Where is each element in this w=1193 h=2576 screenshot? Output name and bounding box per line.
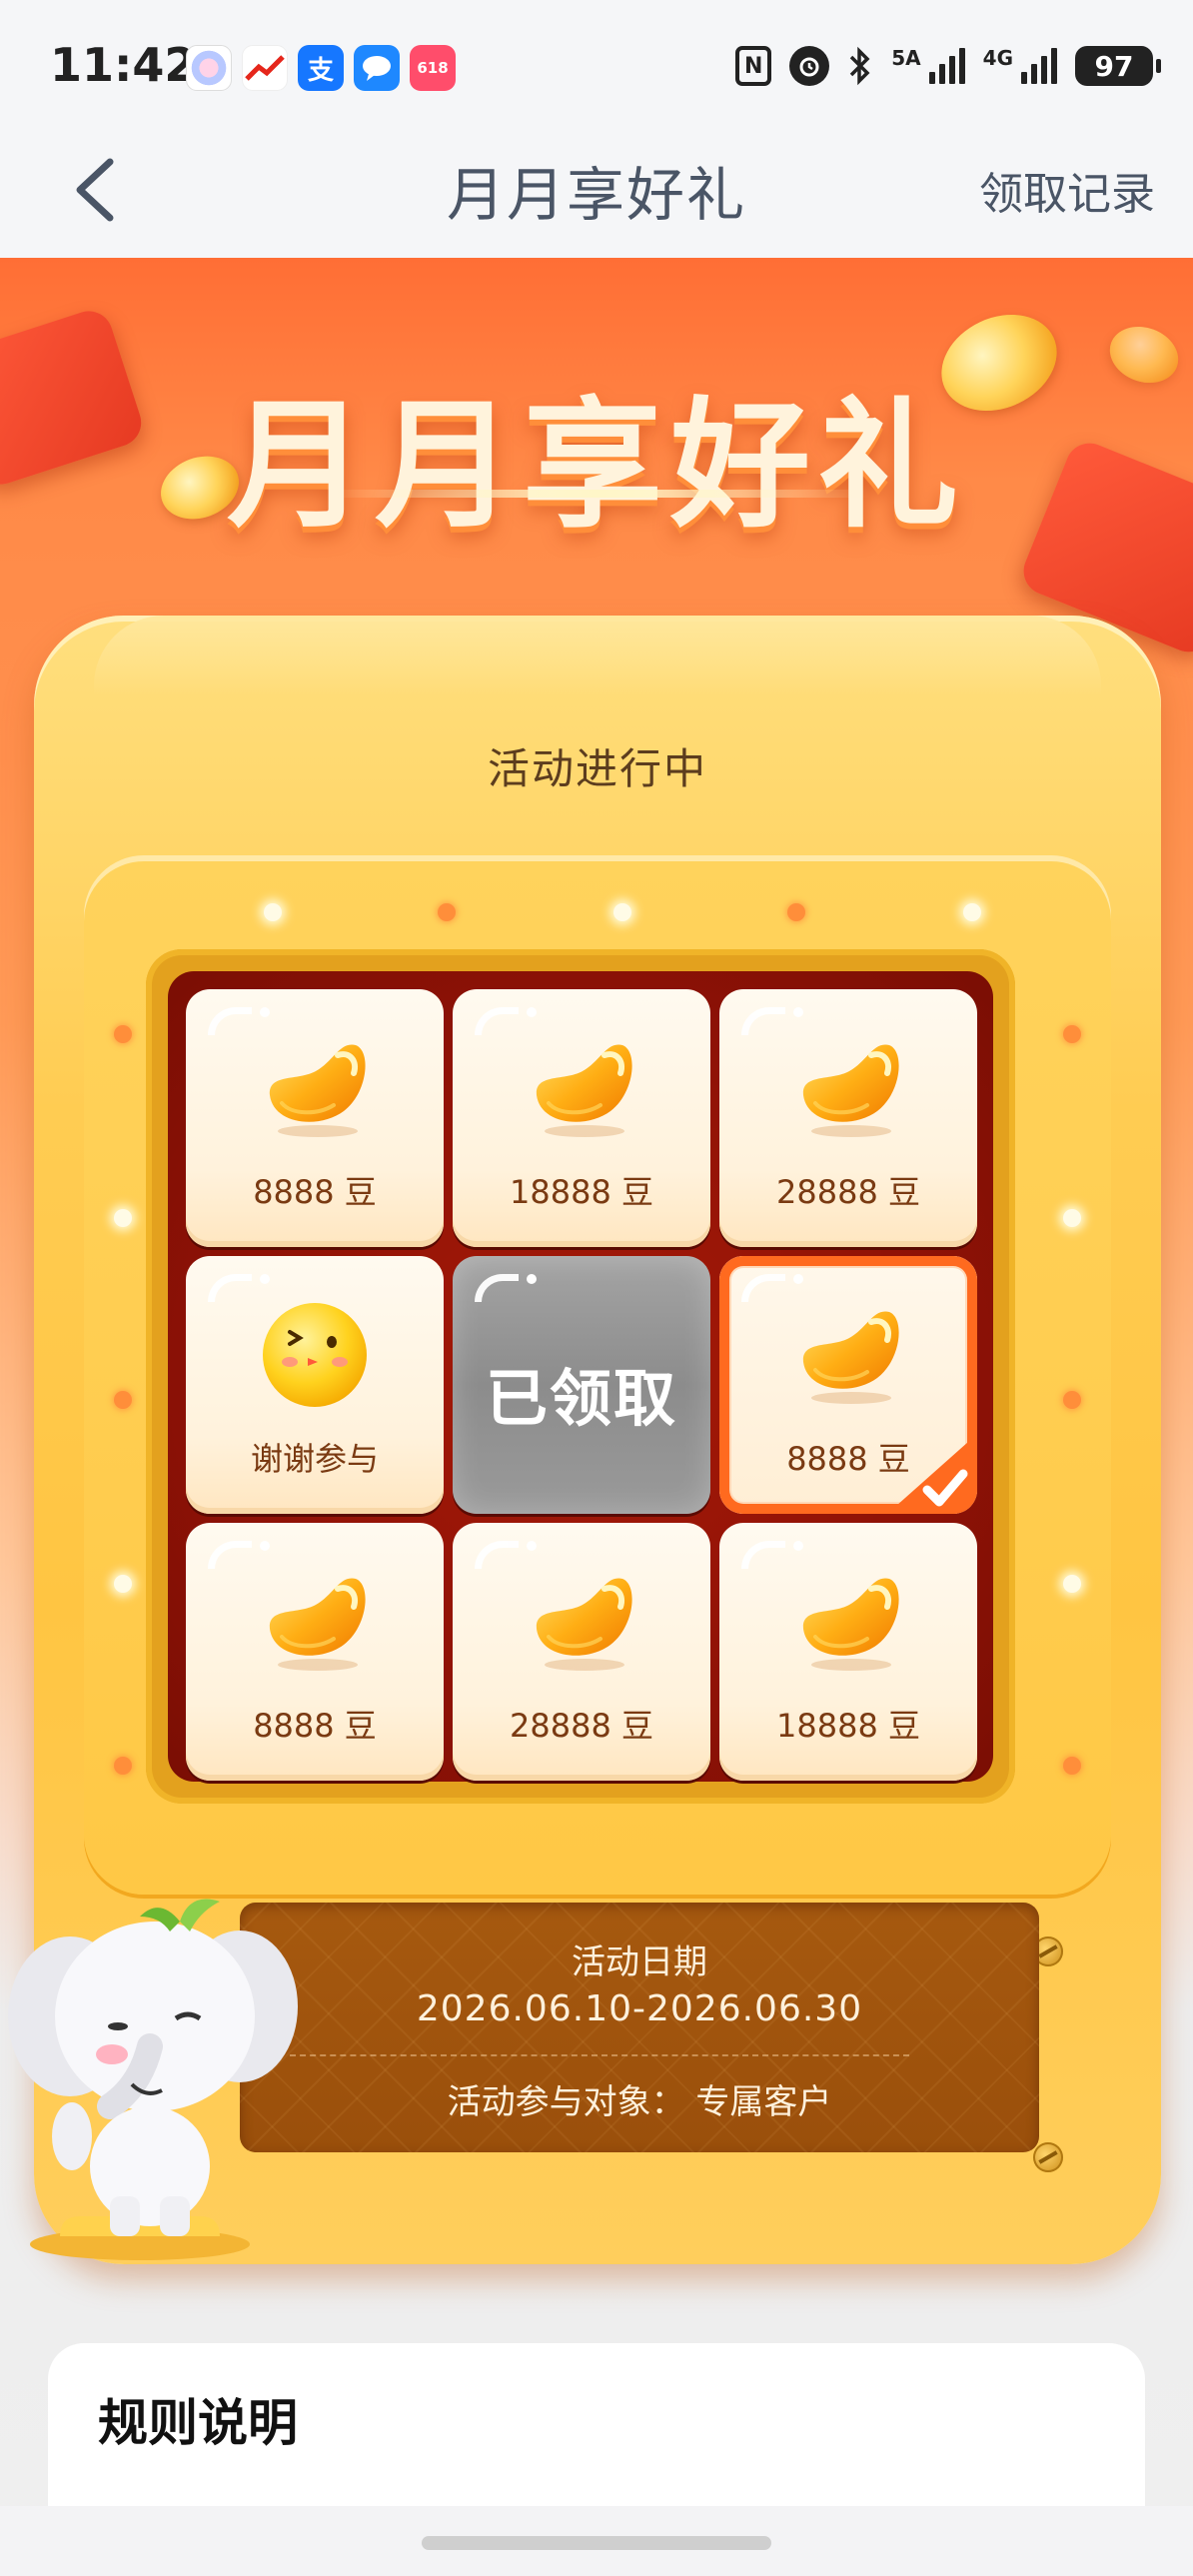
activity-audience: 活动参与对象： 专属客户 (447, 2082, 832, 2122)
golden-bean-icon (269, 1044, 366, 1137)
prize-cell[interactable]: 8888 豆 (719, 1256, 977, 1514)
home-indicator[interactable] (422, 2536, 771, 2550)
activity-status: 活动进行中 (487, 744, 707, 793)
cell-shine (475, 1541, 519, 1569)
shopping-app-icon: 618 (410, 45, 456, 91)
activity-hero: 月月享好礼 活动进行中 8888 豆 18888 豆 28888 豆 谢谢参与 … (0, 258, 1193, 2506)
hero-title: 月月享好礼 (226, 385, 966, 548)
smiley-icon (263, 1303, 367, 1407)
cell-shine-dot (260, 1007, 270, 1017)
cell-shine (208, 1541, 252, 1569)
prize-label: 谢谢参与 (250, 1440, 379, 1478)
cell-shine-dot (527, 1541, 537, 1551)
cell-shine-dot (527, 1007, 537, 1017)
stock-app-icon (242, 45, 288, 91)
machine-top-highlight (94, 616, 1101, 695)
cell-shine (741, 1541, 785, 1569)
cell-shine-dot (260, 1274, 270, 1284)
prize-cell[interactable]: 28888 豆 (453, 1523, 710, 1781)
cell-shine-dot (260, 1541, 270, 1551)
light-bulb (438, 903, 456, 921)
prize-grid: 8888 豆 18888 豆 28888 豆 谢谢参与 已领取 8888 豆 8… (168, 971, 993, 1782)
light-bulb (114, 1575, 132, 1593)
cell-shine-dot (527, 1274, 537, 1284)
light-bulb (1063, 1209, 1081, 1227)
shopping-app-badge: 618 (417, 59, 449, 77)
nfc-icon: N (735, 46, 772, 86)
prize-label: 28888 豆 (510, 1707, 653, 1745)
signal-label-4g: 4G (982, 46, 1013, 70)
light-bulb (613, 903, 631, 921)
light-bulb (1063, 1391, 1081, 1409)
light-bulb (1063, 1575, 1081, 1593)
prize-cell[interactable]: 18888 豆 (453, 989, 710, 1247)
cell-shine (741, 1274, 785, 1302)
light-bulb (114, 1391, 132, 1409)
photos-app-icon (186, 45, 232, 91)
activity-date-range: 2026.06.10-2026.06.30 (416, 1988, 863, 2029)
light-bulb (264, 903, 282, 921)
golden-bean-icon (802, 1578, 899, 1671)
status-bar: 11:42 支 618 N 5A 4G 97 (0, 0, 1193, 135)
nav-bar: 月月享好礼 领取记录 (0, 118, 1193, 258)
light-bulb (787, 903, 805, 921)
prize-cell-claimed[interactable]: 已领取 (453, 1256, 710, 1514)
title-shine (330, 490, 869, 498)
claimed-label: 已领取 (485, 1362, 677, 1435)
message-app-icon (354, 45, 400, 91)
golden-bean-icon (802, 1044, 899, 1137)
bluetooth-icon (847, 44, 873, 88)
prize-label: 28888 豆 (776, 1173, 920, 1211)
light-bulb (1063, 1025, 1081, 1043)
cell-shine (208, 1007, 252, 1035)
prize-label: 18888 豆 (510, 1173, 653, 1211)
prize-label: 18888 豆 (776, 1707, 920, 1745)
activity-info-panel: 活动日期 2026.06.10-2026.06.30 活动参与对象： 专属客户 (240, 1903, 1039, 2152)
elephant-mascot (8, 1899, 298, 2260)
light-bulb (114, 1025, 132, 1043)
prize-label: 8888 豆 (253, 1173, 377, 1211)
cell-shine-dot (793, 1541, 803, 1551)
cell-shine (208, 1274, 252, 1302)
golden-bean-icon (536, 1578, 632, 1671)
notification-app-icons: 支 618 (186, 45, 456, 91)
check-icon (887, 1434, 977, 1514)
prize-cell[interactable]: 8888 豆 (186, 989, 444, 1247)
alipay-app-icon: 支 (298, 45, 344, 91)
divider (290, 2054, 909, 2056)
golden-bean-icon (269, 1578, 366, 1671)
signal-label-5a: 5A (891, 46, 921, 70)
alarm-icon (789, 46, 830, 86)
rules-title: 规则说明 (98, 2394, 298, 2452)
prize-cell[interactable]: 谢谢参与 (186, 1256, 444, 1514)
light-bulb (1063, 1757, 1081, 1775)
prize-label: 8888 豆 (253, 1707, 377, 1745)
cell-shine-dot (793, 1274, 803, 1284)
prize-cell[interactable]: 18888 豆 (719, 1523, 977, 1781)
light-bulb (114, 1757, 132, 1775)
status-time: 11:42 (50, 38, 197, 92)
cell-shine-dot (793, 1007, 803, 1017)
golden-bean-icon (802, 1311, 899, 1404)
activity-date-label: 活动日期 (572, 1942, 707, 1982)
cell-shine (741, 1007, 785, 1035)
light-bulb (963, 903, 981, 921)
prize-grid-frame: 8888 豆 18888 豆 28888 豆 谢谢参与 已领取 8888 豆 8… (146, 949, 1015, 1804)
status-icons: N 5A 4G 97 (735, 44, 1161, 88)
signal-4g-icon: 4G (983, 48, 1057, 84)
golden-bean-icon (536, 1044, 632, 1137)
claim-records-link[interactable]: 领取记录 (979, 158, 1155, 222)
battery-icon: 97 (1075, 46, 1161, 86)
light-bulb (114, 1209, 132, 1227)
prize-cell[interactable]: 8888 豆 (186, 1523, 444, 1781)
rules-card: 规则说明 (48, 2343, 1145, 2506)
signal-icon: 5A (891, 46, 965, 84)
cell-shine (475, 1007, 519, 1035)
cell-shine (475, 1274, 519, 1302)
prize-cell[interactable]: 28888 豆 (719, 989, 977, 1247)
